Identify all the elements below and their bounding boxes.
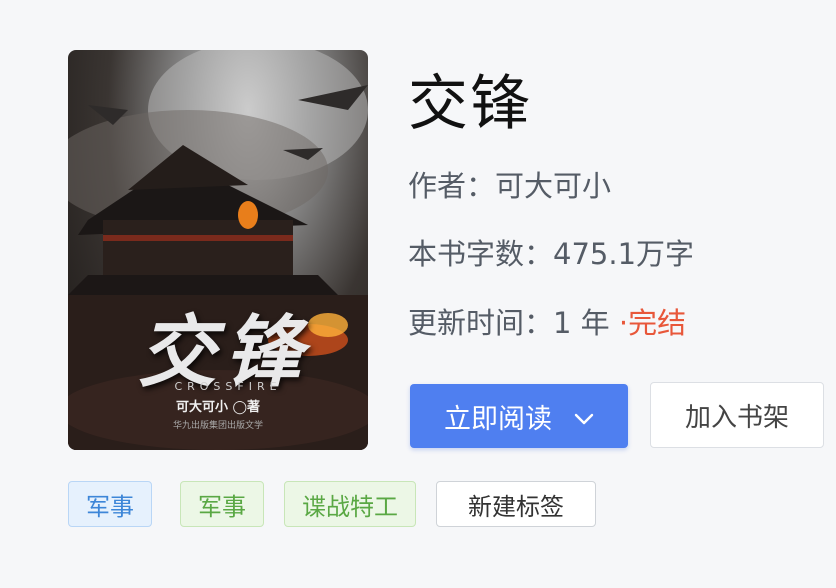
cover-author: 可大可小 ◯著 bbox=[175, 400, 261, 415]
read-now-label: 立即阅读 bbox=[444, 403, 552, 435]
cover-subtitle: CROSSFIRE bbox=[174, 380, 282, 393]
cover-publisher: 华九出版集团出版文学 bbox=[172, 421, 263, 431]
add-to-shelf-button[interactable]: 加入书架 bbox=[650, 382, 824, 448]
book-author: 作者：可大可小 bbox=[408, 169, 612, 203]
book-title: 交锋 bbox=[408, 69, 532, 139]
book-cover[interactable]: 交锋 CROSSFIRE 可大可小 ◯著 华九出版集团出版文学 bbox=[68, 50, 368, 450]
status-badge: 完结 bbox=[628, 306, 687, 340]
book-update-info: 更新时间：1 年 ·完结 bbox=[408, 303, 686, 343]
tag-military[interactable]: 军事 bbox=[180, 481, 264, 527]
tag-military-primary[interactable]: 军事 bbox=[68, 481, 152, 527]
tag-spy-agent[interactable]: 谍战特工 bbox=[284, 481, 416, 527]
book-detail-card: 交锋 CROSSFIRE 可大可小 ◯著 华九出版集团出版文学 交锋 作者：可大… bbox=[0, 0, 836, 588]
new-tag-button[interactable]: 新建标签 bbox=[436, 481, 596, 527]
book-word-count: 本书字数：475.1万字 bbox=[408, 237, 695, 271]
chevron-down-icon[interactable] bbox=[574, 401, 594, 432]
update-time-text: 更新时间：1 年 bbox=[408, 306, 619, 340]
status-separator: · bbox=[618, 306, 629, 340]
read-now-button[interactable]: 立即阅读 bbox=[410, 384, 628, 448]
